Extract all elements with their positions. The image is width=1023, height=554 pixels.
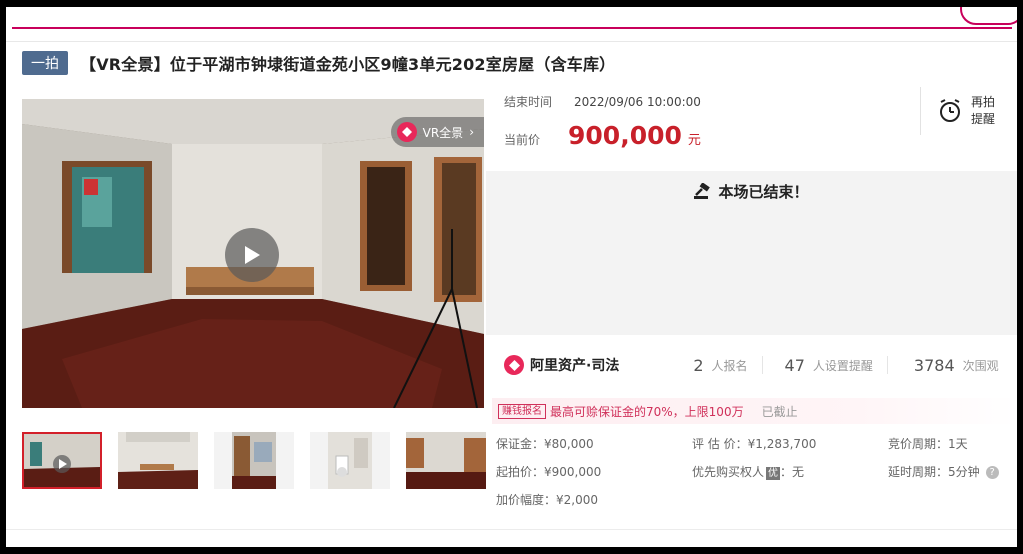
registrants-stat: 2 人报名 [693,356,747,375]
stats-row: 阿里资产·司法 2 人报名 47 人设置提醒 3784 次围观 [504,353,1017,377]
appraisal-price: 评 估 价：¥1,283,700 [692,437,817,451]
end-time-value: 2022/09/06 10:00:00 [574,94,701,109]
top-nav-button[interactable] [960,7,1017,25]
divider [761,356,763,374]
registrants-label: 人报名 [711,358,748,373]
chevron-right-icon: › [469,125,474,139]
title-row: 一拍 【VR全景】位于平湖市钟埭街道金苑小区9幢3单元202室房屋（含车库） [22,51,615,75]
auction-round-badge: 一拍 [22,51,68,75]
main-photo[interactable]: VR全景 › [22,99,484,408]
deposit-loan-bar[interactable]: 赚钱报名 最高可赊保证金的70%，上限100万 已截止 [492,398,1017,424]
play-video-button[interactable] [225,228,279,282]
vr-icon [396,122,417,142]
divider [886,356,888,374]
priority-buyer: 优先购买权人优：无 [692,463,804,480]
current-price-label: 当前价 [504,133,541,147]
top-nav-strip [12,7,1017,29]
help-icon[interactable]: ? [985,466,999,479]
ended-text: 本场已结束！ [718,183,809,201]
reminders-count: 47 [784,355,805,375]
reauction-remind-button[interactable]: 再拍提醒 [920,87,1017,135]
play-icon [245,246,260,264]
ali-assets-logo-icon [504,355,524,375]
auction-page: 一拍 【VR全景】位于平湖市钟埭街道金苑小区9幢3单元202室房屋（含车库） V… [6,7,1017,547]
reminders-label: 人设置提醒 [812,358,873,373]
priority-buyer-value: ：无 [780,465,805,479]
extension-cycle-text: 延时周期：5分钟 [888,465,980,479]
thumbnail-4[interactable] [310,432,390,489]
reminders-stat: 47 人设置提醒 [785,356,873,375]
watchers-label: 次围观 [962,358,999,373]
platform-name: 阿里资产·司法 [530,358,620,374]
bid-increment: 加价幅度：¥2,000 [496,493,598,507]
end-time-row: 结束时间 2022/09/06 10:00:00 [504,93,701,110]
thumbnail-3[interactable] [214,432,294,489]
auction-ended-message: 本场已结束！ [486,181,1017,202]
priority-badge-icon: 优 [766,467,781,480]
starting-price: 起拍价：¥900,000 [496,465,602,479]
thumbnail-2[interactable] [118,432,198,489]
remind-label: 再拍提醒 [971,95,996,126]
registrants-count: 2 [693,355,704,375]
deposit-loan-status: 已截止 [761,404,798,419]
thumbnail-5[interactable] [406,432,486,489]
deposit-loan-tag: 赚钱报名 [498,403,546,419]
watchers-stat: 3784 次围观 [914,356,999,375]
auction-ended-panel: 本场已结束！ [486,171,1017,335]
deposit-loan-text: 最高可赊保证金的70%，上限100万 [550,404,744,419]
priority-buyer-label: 优先购买权人 [692,465,765,479]
currency-unit: 元 [687,133,701,148]
deposit: 保证金：¥80,000 [496,437,594,451]
current-price-value: 900,000 [568,121,682,150]
current-price-row: 当前价 900,000 元 [504,121,701,150]
separator [6,41,1017,42]
end-time-label: 结束时间 [504,95,553,109]
page-title: 【VR全景】位于平湖市钟埭街道金苑小区9幢3单元202室房屋（含车库） [80,55,616,74]
thumbnail-strip [22,432,502,489]
gavel-icon [694,182,711,199]
alarm-clock-icon [940,99,960,122]
bidding-cycle: 竞价周期：1天 [888,437,968,451]
thumbnail-1[interactable] [22,432,102,489]
platform-brand: 阿里资产·司法 [504,355,619,375]
extension-cycle: 延时周期：5分钟? [888,463,999,480]
watchers-count: 3784 [913,355,955,375]
vr-label: VR全景 [422,125,464,140]
separator [6,529,1017,530]
vr-panorama-button[interactable]: VR全景 › [390,117,484,147]
